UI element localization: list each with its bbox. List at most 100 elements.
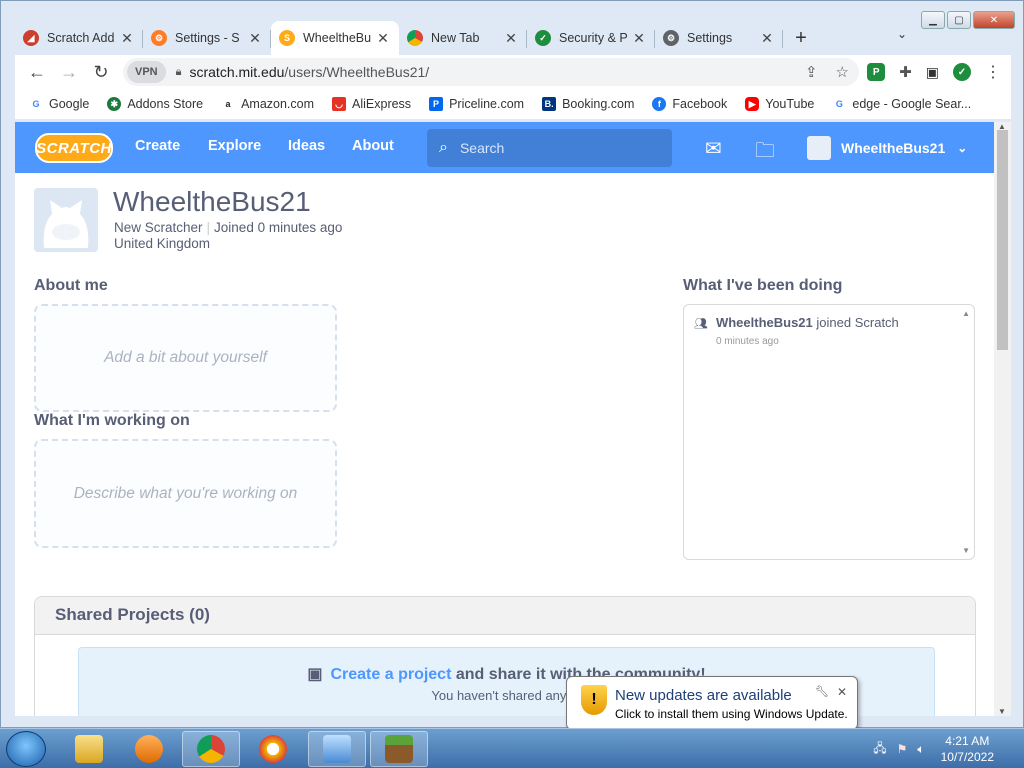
tab-wheelthebus[interactable]: S WheeltheBu ✕ <box>271 21 399 55</box>
taskbar-chrome-beta[interactable] <box>244 731 302 767</box>
address-bar[interactable]: VPN 🔒︎ scratch.mit.edu/users/WheeltheBus… <box>123 58 859 86</box>
scratch-addons-settings-icon: ⚙ <box>151 30 167 46</box>
facebook-icon: f <box>652 97 667 111</box>
activity-heading: What I've been doing <box>683 277 843 294</box>
taskbar-control-panel[interactable] <box>308 731 366 767</box>
extensions-area: P ✚ ▣ ✓ ⋮ <box>867 62 1001 82</box>
back-button[interactable]: ← <box>21 56 53 88</box>
tab-label: Settings <box>687 31 733 45</box>
messages-icon[interactable]: ✉ <box>705 136 722 161</box>
url-text[interactable]: scratch.mit.edu/users/WheeltheBus21/ <box>189 64 429 80</box>
wrench-icon[interactable]: 🔧︎ <box>815 685 829 698</box>
activity-user-link[interactable]: WheeltheBus21 <box>716 315 813 330</box>
bookmark-star-icon[interactable]: ☆ <box>836 63 849 81</box>
clock[interactable]: 4:21 AM 10/7/2022 <box>941 733 994 765</box>
action-center-icon[interactable]: ⚑ <box>897 742 908 756</box>
taskbar-explorer[interactable] <box>60 731 118 767</box>
scroll-down-arrow-icon[interactable]: ▼ <box>998 707 1006 716</box>
notification-subtitle: Click to install them using Windows Upda… <box>615 707 848 721</box>
profile-avatar[interactable] <box>34 188 98 252</box>
tab-label: Settings - S <box>175 31 240 45</box>
start-button[interactable] <box>6 731 46 767</box>
forward-button[interactable]: → <box>53 56 85 88</box>
bookmark-aliexpress[interactable]: ◡ AliExpress <box>332 97 411 111</box>
create-project-link[interactable]: Create a project <box>330 666 451 683</box>
bookmark-addons-store[interactable]: ✱ Addons Store <box>107 97 203 111</box>
taskbar-chrome[interactable] <box>182 731 240 767</box>
tab-search-chevron-icon[interactable]: ⌄ <box>897 27 907 41</box>
addons-store-icon: ✱ <box>107 97 122 111</box>
lock-icon[interactable]: 🔒︎ <box>176 66 182 79</box>
my-stuff-folder-icon[interactable]: 🗀 <box>755 136 775 170</box>
windows-update-notification[interactable]: ! New updates are available Click to ins… <box>566 676 858 730</box>
side-panel-icon[interactable]: ▣ <box>926 64 939 81</box>
bookmark-google[interactable]: G Google <box>29 97 89 111</box>
shield-extension-icon[interactable]: ✓ <box>953 63 971 81</box>
user-menu[interactable]: WheeltheBus21 ⌄ <box>807 136 967 160</box>
tab-settings[interactable]: ⚙ Settings ✕ <box>655 21 783 55</box>
bookmark-priceline[interactable]: P Priceline.com <box>429 97 524 111</box>
close-tab-icon[interactable]: ✕ <box>375 30 391 47</box>
close-tab-icon[interactable]: ✕ <box>119 30 135 47</box>
close-tab-icon[interactable]: ✕ <box>247 30 263 47</box>
taskbar: 🖧︎ ⚑ 🔈︎ 4:21 AM 10/7/2022 <box>0 728 1024 768</box>
scratch-search-input[interactable]: ⌕ Search <box>427 129 672 167</box>
profile-country: United Kingdom <box>114 236 211 251</box>
chrome-icon <box>197 735 225 763</box>
shared-projects-heading: Shared Projects (0) <box>35 597 975 635</box>
bookmark-amazon[interactable]: a Amazon.com <box>221 97 314 111</box>
extension-p-icon[interactable]: P <box>867 63 886 81</box>
working-on-textarea[interactable]: Describe what you're working on <box>34 439 337 548</box>
tab-strip: ◢ Scratch Add ✕ ⚙ Settings - S ✕ S Wheel… <box>15 19 1011 55</box>
scrollbar-thumb[interactable] <box>997 130 1008 350</box>
tab-security[interactable]: ✓ Security & P ✕ <box>527 21 655 55</box>
activity-item: 👥︎ WheeltheBus21 joined Scratch 0 minute… <box>694 315 899 347</box>
google-icon: G <box>29 97 43 111</box>
gear-icon: ⚙ <box>663 30 679 46</box>
menu-kebab-icon[interactable]: ⋮ <box>985 62 1001 82</box>
close-tab-icon[interactable]: ✕ <box>503 30 519 47</box>
projects-icon: ▣ <box>307 666 323 683</box>
bookmark-booking[interactable]: B. Booking.com <box>542 97 634 111</box>
folder-icon <box>75 735 103 763</box>
users-icon: 👥︎ <box>694 318 708 330</box>
scroll-down-icon[interactable]: ▼ <box>962 546 970 555</box>
warning-shield-icon: ! <box>581 685 607 715</box>
about-me-textarea[interactable]: Add a bit about yourself <box>34 304 337 412</box>
share-icon[interactable]: ⇪ <box>805 63 818 81</box>
tab-new-tab[interactable]: New Tab ✕ <box>399 21 527 55</box>
nav-ideas[interactable]: Ideas <box>288 138 325 154</box>
bookmark-edge-google-search[interactable]: Gedge - Google Sear... <box>832 97 971 111</box>
volume-icon[interactable]: 🔈︎ <box>917 742 924 757</box>
activity-feed[interactable]: 👥︎ WheeltheBus21 joined Scratch 0 minute… <box>683 304 975 560</box>
scratcher-status: New Scratcher <box>114 220 203 235</box>
nav-create[interactable]: Create <box>135 138 180 154</box>
network-icon[interactable]: 🖧︎ <box>873 739 886 760</box>
profile-username: WheeltheBus21 <box>113 186 311 217</box>
vpn-badge[interactable]: VPN <box>127 61 166 83</box>
tab-settings-addons[interactable]: ⚙ Settings - S ✕ <box>143 21 271 55</box>
close-icon[interactable]: ✕ <box>837 685 847 699</box>
reload-button[interactable]: ↻ <box>85 56 117 88</box>
scroll-up-icon[interactable]: ▲ <box>962 309 970 318</box>
taskbar-minecraft[interactable] <box>370 731 428 767</box>
joined-text: Joined 0 minutes ago <box>214 220 343 235</box>
close-tab-icon[interactable]: ✕ <box>631 30 647 47</box>
page-scrollbar[interactable]: ▲ ▼ <box>994 122 1011 716</box>
profile-meta: New Scratcher | Joined 0 minutes ago Unite… <box>114 220 343 251</box>
scratch-addons-icon: ◢ <box>23 30 39 46</box>
tab-label: WheeltheBu <box>303 31 372 45</box>
control-panel-icon <box>323 735 351 763</box>
tab-scratch-addons[interactable]: ◢ Scratch Add ✕ <box>15 21 143 55</box>
bookmark-facebook[interactable]: f Facebook <box>652 97 727 111</box>
puzzle-extensions-icon[interactable]: ✚ <box>899 63 912 81</box>
nav-explore[interactable]: Explore <box>208 138 261 154</box>
nav-about[interactable]: About <box>352 138 394 154</box>
scratch-logo[interactable]: SCRATCH <box>35 133 113 163</box>
new-tab-button[interactable]: + <box>783 21 819 55</box>
close-tab-icon[interactable]: ✕ <box>759 30 775 47</box>
taskbar-media-player[interactable] <box>120 731 178 767</box>
bookmark-youtube[interactable]: ▶ YouTube <box>745 97 814 111</box>
working-on-heading: What I'm working on <box>34 412 190 429</box>
chrome-icon <box>407 30 423 46</box>
